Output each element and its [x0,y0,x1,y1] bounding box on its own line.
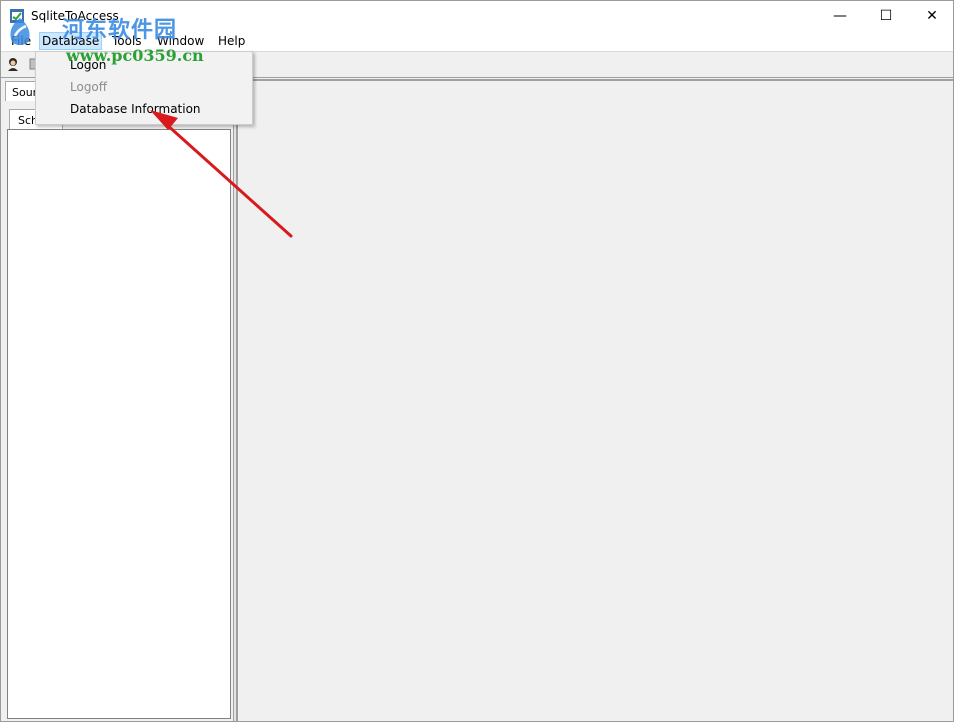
watermark-logo-icon [10,18,30,45]
menu-item-database-information[interactable]: Database Information [70,102,201,116]
app-window: SqliteToAccess — ☐ ✕ File Database Tools… [0,0,954,722]
menu-item-logoff[interactable]: Logoff [70,80,107,94]
watermark-chinese-text: 河东软件园 [62,17,178,43]
minimize-button[interactable]: — [817,1,863,31]
watermark-url: www.pc0359.cn [66,46,204,65]
menu-help[interactable]: Help [216,34,247,48]
logon-user-icon[interactable] [5,56,21,72]
left-panel: Sourc Schema [1,79,235,721]
mdi-workspace [237,79,953,721]
maximize-button[interactable]: ☐ [863,1,909,31]
close-button[interactable]: ✕ [909,1,954,31]
schema-tree-pane[interactable] [7,129,231,719]
